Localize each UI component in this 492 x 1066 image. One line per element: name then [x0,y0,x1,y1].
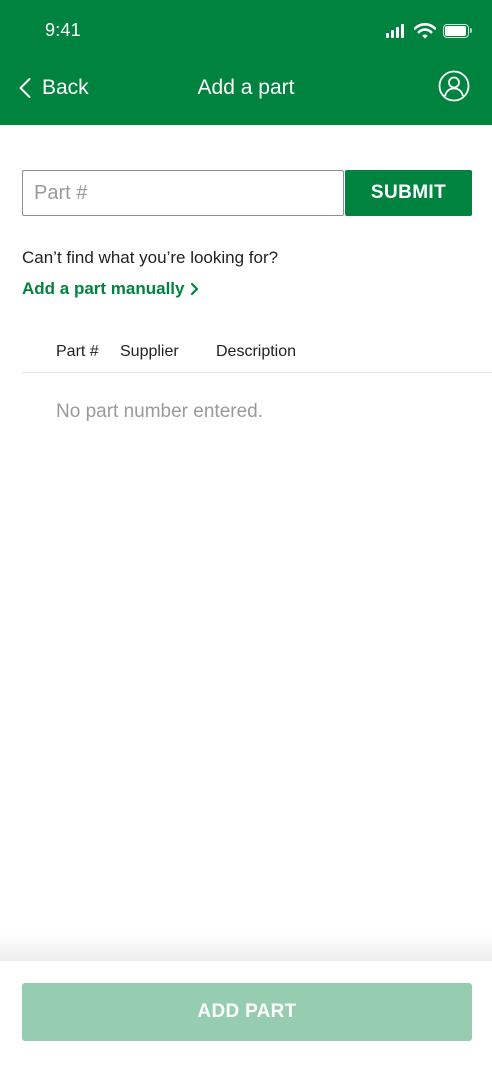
wifi-icon [414,23,436,39]
column-header-supplier: Supplier [120,343,179,360]
battery-icon [443,24,472,38]
column-header-part-number: Part # [56,343,99,360]
chevron-left-icon [19,78,31,98]
column-header-description: Description [216,343,297,360]
back-button[interactable]: Back [18,70,114,106]
signal-icon [386,24,406,38]
footer-shadow [0,932,492,962]
user-circle-icon[interactable] [438,70,470,102]
status-bar-time: 9:41 [45,20,81,40]
submit-button[interactable]: SUBMIT [345,170,472,216]
chevron-right-icon [191,282,199,296]
parts-table-header: Part # Supplier Description [22,340,492,373]
status-bar-icons [386,20,474,42]
add-part-manually-link[interactable]: Add a part manually [22,277,199,301]
add-part-button[interactable]: ADD PART [22,983,472,1041]
app-header: 9:41 Back Add a part [0,0,492,125]
add-part-manually-label: Add a part manually [22,279,185,298]
footer-bar: ADD PART [0,961,492,1066]
help-question: Can’t find what you’re looking for? [22,248,279,267]
empty-state-message: No part number entered. [56,401,264,422]
back-label: Back [42,76,89,99]
part-number-input[interactable] [22,170,344,216]
